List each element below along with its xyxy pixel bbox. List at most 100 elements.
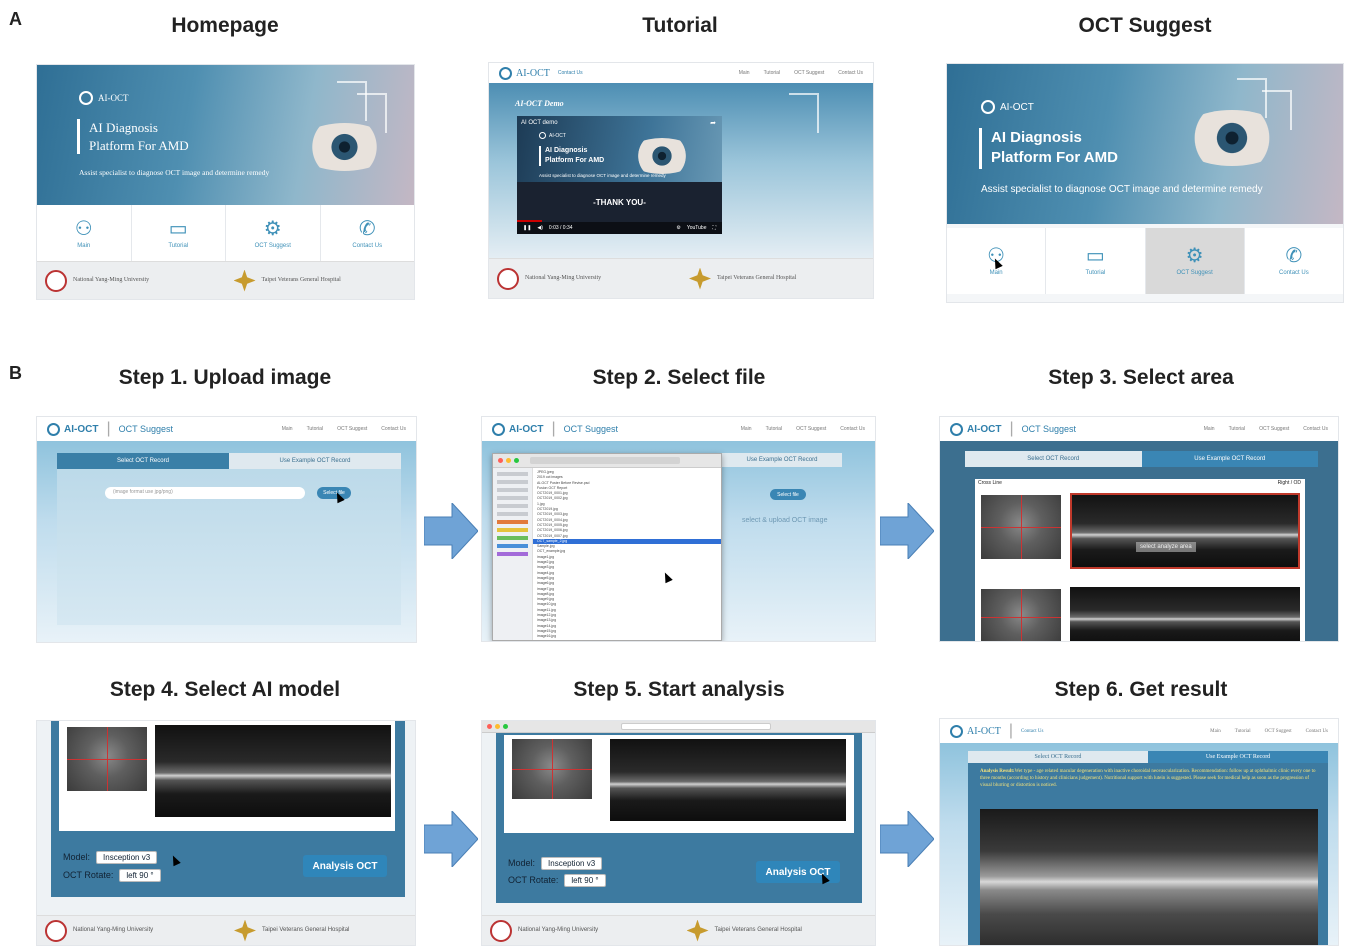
menu-tutorial[interactable]: Tutorial: [1229, 426, 1246, 432]
file-row[interactable]: image17.jpg: [533, 640, 721, 641]
dialog-toolbar: [530, 457, 680, 464]
tutorial-screenshot: AI-OCT Contact Us Main Tutorial OCT Sugg…: [488, 62, 874, 299]
footer: National Yang-Ming University Taipei Vet…: [489, 258, 873, 298]
section-label: OCT Suggest: [563, 424, 618, 434]
circuit-graphic: [1262, 90, 1292, 130]
record-tabs: Select OCT Record Use Example OCT Record: [965, 451, 1318, 467]
video-progress-bar[interactable]: [517, 220, 542, 222]
oct-scan-image[interactable]: [155, 725, 391, 817]
menu-oct-suggest[interactable]: OCT Suggest: [794, 70, 824, 76]
tutorial-topbar: AI-OCT Contact Us Main Tutorial OCT Sugg…: [489, 63, 873, 83]
model-select[interactable]: Insception v3: [96, 851, 158, 864]
menu-tutorial[interactable]: Tutorial: [766, 426, 783, 432]
menu-contact-us[interactable]: Contact Us: [1303, 426, 1328, 432]
maximize-window-icon[interactable]: [503, 724, 508, 729]
rotate-label: OCT Rotate:: [508, 875, 559, 885]
menu-tutorial[interactable]: Tutorial: [764, 70, 781, 76]
fundus-image[interactable]: [981, 495, 1061, 559]
minimize-window-icon[interactable]: [495, 724, 500, 729]
menu-main[interactable]: Main: [1204, 426, 1215, 432]
volume-icon[interactable]: ◀): [537, 225, 543, 231]
rotate-select[interactable]: left 90 °: [564, 874, 606, 887]
maximize-window-icon[interactable]: [514, 458, 519, 463]
menu-main[interactable]: Main: [739, 70, 750, 76]
nav-tutorial[interactable]: ▭ Tutorial: [132, 205, 226, 263]
step4-screenshot: Model: Insception v3 OCT Rotate: left 90 °…: [36, 720, 416, 946]
close-window-icon[interactable]: [487, 724, 492, 729]
model-select[interactable]: Insception v3: [541, 857, 603, 870]
arrow-right-icon: [423, 501, 479, 561]
fundus-image[interactable]: [67, 727, 147, 791]
brand: AI-OCT: [499, 66, 550, 80]
nav-tutorial[interactable]: ▭ Tutorial: [1046, 228, 1146, 294]
share-icon[interactable]: ➦: [710, 119, 716, 127]
nav-oct-suggest[interactable]: ⚙ OCT Suggest: [991, 228, 1245, 294]
image-path-input[interactable]: (image format use jpg/png): [105, 487, 305, 499]
arrow-right-icon: [423, 809, 479, 869]
nav-contact-us[interactable]: ✆ Contact Us: [321, 205, 415, 263]
nav-oct-suggest[interactable]: ⚙ OCT Suggest: [226, 205, 321, 263]
nav-main[interactable]: ⚇ Main: [37, 205, 132, 263]
tab-use-example[interactable]: Use Example OCT Record: [722, 453, 842, 467]
menu-tutorial[interactable]: Tutorial: [307, 426, 324, 432]
video-icon: ▭: [1085, 245, 1105, 267]
analysis-oct-button[interactable]: Analysis OCT: [303, 855, 387, 877]
tab-use-example[interactable]: Use Example OCT Record: [1148, 751, 1328, 763]
menu-oct-suggest[interactable]: OCT Suggest: [1265, 729, 1292, 734]
hero-title-line2: Platform For AMD: [89, 137, 189, 153]
oct-scan-image[interactable]: [610, 739, 846, 821]
menu-contact-us[interactable]: Contact Us: [381, 426, 406, 432]
tab-select-oct-record[interactable]: Select OCT Record: [57, 453, 229, 469]
selection-box[interactable]: [1070, 493, 1300, 569]
footer: National Yang-Ming University Taipei Vet…: [37, 915, 415, 945]
tab-select-oct-record[interactable]: Select OCT Record: [968, 751, 1148, 763]
model-label: Model:: [508, 858, 536, 868]
fundus-image-2[interactable]: [981, 589, 1061, 641]
footer: National Yang-Ming University Taipei Vet…: [37, 261, 414, 299]
step5-screenshot: Model: Insception v3 OCT Rotate: left 90 °…: [481, 720, 876, 946]
phone-icon: ✆: [358, 218, 376, 240]
address-bar[interactable]: [621, 723, 771, 730]
tab-use-example[interactable]: Use Example OCT Record: [229, 453, 401, 469]
fullscreen-icon[interactable]: ⛶: [712, 225, 716, 231]
menu-main[interactable]: Main: [282, 426, 293, 432]
settings-icon[interactable]: ⚙: [676, 225, 680, 231]
top-menus: Main Tutorial OCT Suggest Contact Us: [282, 426, 406, 432]
minimize-window-icon[interactable]: [506, 458, 511, 463]
upload-card: Select OCT Record Use Example OCT Record…: [57, 453, 401, 625]
hero-subtitle: Assist specialist to diagnose OCT image …: [981, 184, 1263, 195]
rotate-select[interactable]: left 90 °: [119, 869, 161, 882]
menu-main[interactable]: Main: [1210, 729, 1221, 734]
video-player[interactable]: AI OCT demo ➦ AI-OCT AI Diagnosis Platfo…: [517, 116, 722, 234]
menu-oct-suggest[interactable]: OCT Suggest: [1259, 426, 1289, 432]
fundus-image[interactable]: [512, 739, 592, 799]
phone-icon: ✆: [1285, 245, 1303, 267]
oct-scan-image-2[interactable]: [1070, 587, 1300, 641]
video-time: 0:03 / 0:34: [548, 225, 573, 231]
oct-suggest-screenshot: AI-OCT AI Diagnosis Platform For AMD Ass…: [946, 63, 1344, 303]
menu-contact-us[interactable]: Contact Us: [838, 70, 863, 76]
close-window-icon[interactable]: [498, 458, 503, 463]
content-area: Select OCT Record Use Example OCT Record…: [37, 441, 416, 642]
menu-main[interactable]: Main: [741, 426, 752, 432]
tab-use-example[interactable]: Use Example OCT Record: [1141, 451, 1318, 467]
tab-select-oct-record[interactable]: Select OCT Record: [965, 451, 1142, 467]
section-label: OCT Suggest: [118, 424, 173, 434]
nav-contact-us[interactable]: ✆ Contact Us: [1245, 228, 1343, 294]
brand: AI-OCT: [950, 724, 1001, 738]
menu-contact-us[interactable]: Contact Us: [1306, 729, 1328, 734]
hospital-emblem-icon: [233, 269, 256, 292]
menu-tutorial[interactable]: Tutorial: [1235, 729, 1251, 734]
thank-you-frame: -THANK YOU-: [517, 182, 722, 222]
step6-screenshot: AI-OCT | Contact Us Main Tutorial OCT Su…: [939, 718, 1339, 946]
university-seal-icon: [497, 267, 519, 290]
menu-contact-us[interactable]: Contact Us: [840, 426, 865, 432]
youtube-logo[interactable]: YouTube: [687, 225, 707, 231]
footer-hospital: Taipei Veterans General Hospital: [226, 269, 415, 292]
file-picker-dialog: JPEG.jpeg 2019 oct images AI-OCT Poster Be…: [492, 453, 722, 641]
pause-icon[interactable]: ❚❚: [523, 225, 531, 231]
menu-oct-suggest[interactable]: OCT Suggest: [796, 426, 826, 432]
menu-oct-suggest[interactable]: OCT Suggest: [337, 426, 367, 432]
record-tabs: Select OCT Record Use Example OCT Record: [57, 453, 401, 469]
select-file-button[interactable]: Select file: [770, 489, 806, 500]
